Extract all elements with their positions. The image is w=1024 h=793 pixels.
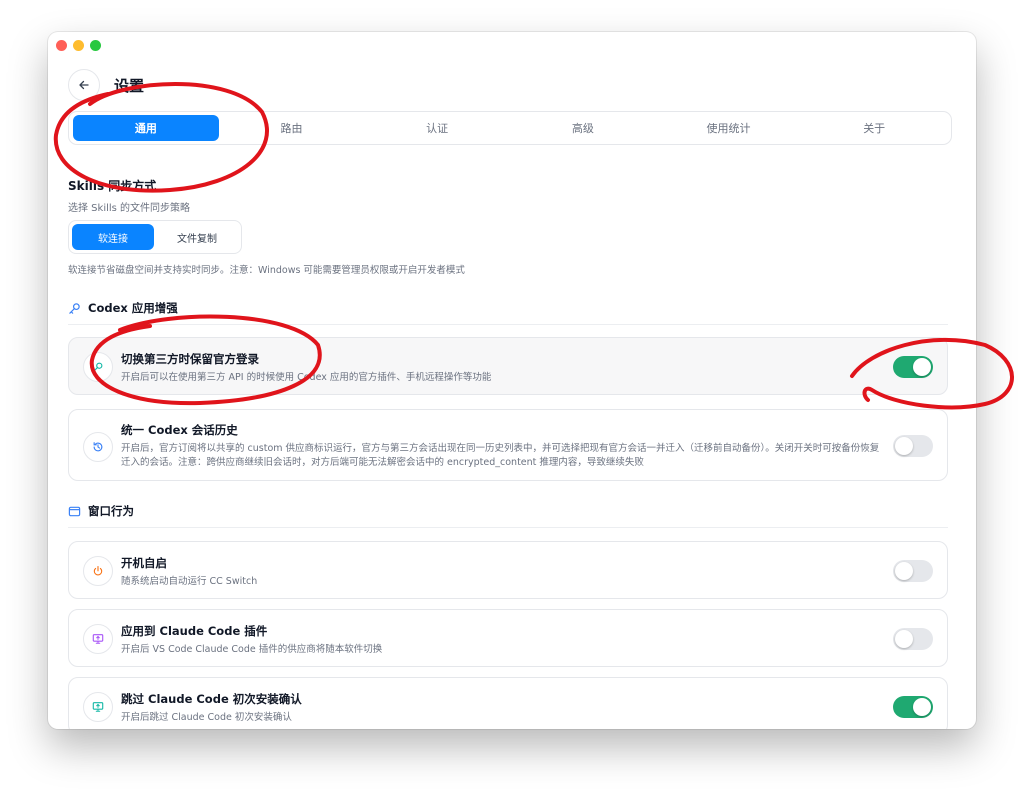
skills-sync-desc: 选择 Skills 的文件同步策略	[68, 203, 191, 214]
maximize-window-button[interactable]	[90, 40, 101, 51]
settings-content: Skills 同步方式 选择 Skills 的文件同步策略 软连接 文件复制 软…	[68, 177, 948, 729]
window-controls	[56, 40, 101, 51]
skip-install-confirm-toggle[interactable]	[893, 696, 933, 718]
setting-text: 切换第三方时保留官方登录 开启后可以在使用第三方 API 的时候使用 Codex…	[121, 351, 883, 385]
setting-text: 开机自启 随系统启动自动运行 CC Switch	[121, 555, 883, 589]
setting-title: 跳过 Claude Code 初次安装确认	[121, 692, 302, 706]
setting-text: 应用到 Claude Code 插件 开启后 VS Code Claude Co…	[121, 623, 883, 657]
monitor-icon	[83, 624, 113, 654]
setting-title: 开机自启	[121, 556, 167, 570]
divider	[68, 324, 948, 325]
window-group-header: 窗口行为	[68, 503, 948, 519]
window-icon	[68, 506, 81, 516]
tab-about[interactable]: 关于	[801, 115, 947, 141]
page-title: 设置	[114, 76, 145, 95]
monitor-icon	[83, 692, 113, 722]
tab-advanced[interactable]: 高级	[510, 115, 656, 141]
setting-row-keep-official-login: 切换第三方时保留官方登录 开启后可以在使用第三方 API 的时候使用 Codex…	[68, 337, 948, 395]
setting-row-auto-launch: 开机自启 随系统启动自动运行 CC Switch	[68, 541, 948, 599]
auto-launch-toggle[interactable]	[893, 560, 933, 582]
codex-group-title: Codex 应用增强	[88, 301, 178, 315]
sync-option-symlink[interactable]: 软连接	[72, 224, 154, 250]
key-icon	[69, 302, 80, 314]
setting-title: 切换第三方时保留官方登录	[121, 352, 259, 366]
key-icon	[83, 352, 113, 382]
setting-desc: 开启后跳过 Claude Code 初次安装确认	[121, 712, 292, 723]
back-arrow-icon	[79, 80, 89, 90]
tab-usage-stats[interactable]: 使用统计	[656, 115, 802, 141]
skills-sync-title: Skills 同步方式	[68, 179, 157, 193]
codex-group: Codex 应用增强	[68, 300, 948, 325]
tab-auth[interactable]: 认证	[364, 115, 510, 141]
sync-mode-note: 软连接节省磁盘空间并支持实时同步。注意：Windows 可能需要管理员权限或开启…	[68, 265, 465, 276]
minimize-window-button[interactable]	[73, 40, 84, 51]
settings-window: 设置 通用 路由 认证 高级 使用统计 关于 Skills 同步方式 选择 Sk…	[48, 32, 976, 729]
window-group-title: 窗口行为	[88, 504, 134, 518]
divider	[68, 527, 948, 528]
setting-row-claude-plugin: 应用到 Claude Code 插件 开启后 VS Code Claude Co…	[68, 609, 948, 667]
settings-tabs: 通用 路由 认证 高级 使用统计 关于	[68, 111, 952, 145]
power-icon	[83, 556, 113, 586]
setting-title: 应用到 Claude Code 插件	[121, 624, 268, 638]
setting-desc: 开启后，官方订阅将以共享的 custom 供应商标识运行，官方与第三方会话出现在…	[121, 443, 880, 468]
setting-row-unify-history: 统一 Codex 会话历史 开启后，官方订阅将以共享的 custom 供应商标识…	[68, 409, 948, 481]
skills-sync-section: Skills 同步方式 选择 Skills 的文件同步策略 软连接 文件复制 软…	[68, 177, 948, 276]
setting-row-skip-install-confirm: 跳过 Claude Code 初次安装确认 开启后跳过 Claude Code …	[68, 677, 948, 729]
setting-desc: 随系统启动自动运行 CC Switch	[121, 576, 258, 587]
setting-desc: 开启后可以在使用第三方 API 的时候使用 Codex 应用的官方插件、手机远程…	[121, 372, 492, 383]
sync-option-copy[interactable]: 文件复制	[156, 224, 238, 250]
history-icon	[83, 432, 113, 462]
claude-plugin-toggle[interactable]	[893, 628, 933, 650]
setting-text: 跳过 Claude Code 初次安装确认 开启后跳过 Claude Code …	[121, 691, 883, 725]
setting-title: 统一 Codex 会话历史	[121, 423, 238, 437]
back-button[interactable]	[68, 69, 100, 101]
keep-official-login-toggle[interactable]	[893, 356, 933, 378]
sync-mode-selector: 软连接 文件复制	[68, 220, 242, 254]
setting-text: 统一 Codex 会话历史 开启后，官方订阅将以共享的 custom 供应商标识…	[121, 422, 883, 470]
codex-group-header: Codex 应用增强	[68, 300, 948, 316]
tab-routing[interactable]: 路由	[219, 115, 365, 141]
page-header: 设置	[68, 69, 144, 101]
unify-history-toggle[interactable]	[893, 435, 933, 457]
window-group: 窗口行为	[68, 503, 948, 528]
tab-general[interactable]: 通用	[73, 115, 219, 141]
close-window-button[interactable]	[56, 40, 67, 51]
setting-desc: 开启后 VS Code Claude Code 插件的供应商将随本软件切换	[121, 644, 383, 655]
